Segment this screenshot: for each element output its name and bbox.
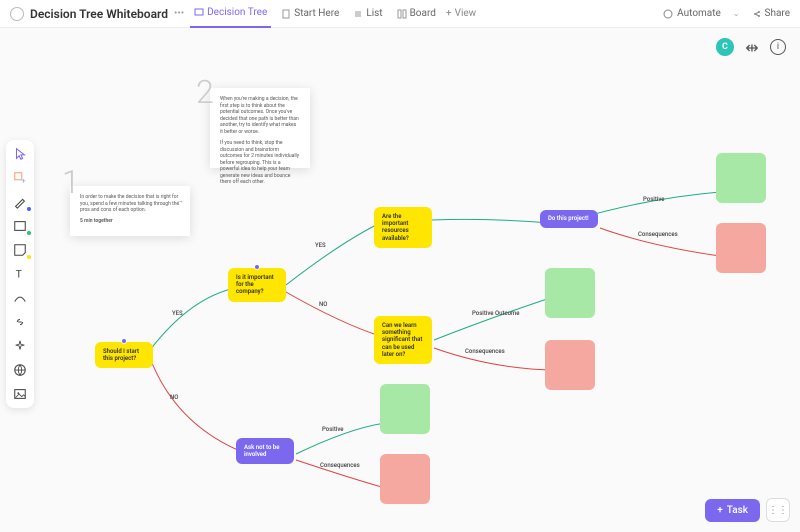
card-do-project[interactable]: Do this project! <box>540 210 598 228</box>
tab-start-here[interactable]: Start Here <box>277 0 343 28</box>
card-text: Should I start this project? <box>103 348 145 362</box>
note-body: In order to make the decision that is ri… <box>80 194 180 214</box>
edge-label-no: NO <box>319 301 327 308</box>
pen-tool[interactable] <box>12 194 28 210</box>
app-logo-icon <box>10 7 24 21</box>
card-outcome-red[interactable] <box>545 340 595 390</box>
card-outcome-green[interactable] <box>545 268 595 318</box>
plus-icon: + <box>446 8 452 19</box>
image-tool[interactable] <box>12 386 28 402</box>
edge-label-positive: Positive <box>643 196 665 203</box>
card-outcome-green[interactable] <box>380 384 430 434</box>
edge-label-yes: YES <box>172 310 183 317</box>
card-start-project[interactable]: Should I start this project? <box>95 342 153 368</box>
add-view-button[interactable]: + View <box>446 8 476 19</box>
top-bar: Decision Tree Whiteboard ••• Decision Tr… <box>0 0 800 28</box>
new-task-button[interactable]: + Task <box>705 499 760 522</box>
card-outcome-red[interactable] <box>716 223 766 273</box>
tab-label: Decision Tree <box>207 7 267 18</box>
link-tool[interactable] <box>12 314 28 330</box>
shape-add-tool[interactable]: + <box>12 170 28 186</box>
card-learn-significant[interactable]: Can we learn something significant that … <box>374 316 432 364</box>
list-icon <box>353 9 363 19</box>
edge-label-positive: Positive <box>322 426 344 433</box>
page-title: Decision Tree Whiteboard <box>30 7 168 21</box>
card-text: Is it important for the company? <box>236 274 278 296</box>
web-tool[interactable] <box>12 362 28 378</box>
rect-tool[interactable] <box>12 218 28 234</box>
note-number: 2 <box>196 72 214 114</box>
edge-label-no: NO <box>170 394 178 401</box>
note-2[interactable]: 2 When you're making a decision, the fir… <box>210 88 310 168</box>
more-options-icon[interactable]: ••• <box>174 8 184 19</box>
card-outcome-green[interactable] <box>716 153 766 203</box>
arrow-right-icon: → <box>176 196 184 206</box>
note-footer: 5 min together <box>80 218 180 225</box>
connector-tool[interactable] <box>12 290 28 306</box>
card-resources-available[interactable]: Are the important resources available? <box>374 207 432 248</box>
edge-label-consequences: Consequences <box>320 462 360 469</box>
card-text: Do this project! <box>548 215 589 222</box>
note-body-2: If you need to think, stop the discussio… <box>220 140 300 186</box>
tab-label: Start Here <box>294 8 339 19</box>
tab-label: List <box>366 8 382 19</box>
board-icon <box>397 9 407 19</box>
card-outcome-red[interactable] <box>380 454 430 504</box>
whiteboard-canvas[interactable]: 1 → In order to make the decision that i… <box>40 28 800 532</box>
card-text: Can we learn something significant that … <box>382 322 424 358</box>
note-body-1: When you're making a decision, the first… <box>220 96 300 135</box>
node-handle[interactable] <box>254 264 260 270</box>
plus-icon: + <box>717 505 723 516</box>
view-label: View <box>455 8 477 19</box>
automate-icon <box>663 9 673 19</box>
bottom-right-controls: + Task ⋮⋮ <box>705 498 790 522</box>
card-important-company[interactable]: Is it important for the company? <box>228 268 286 302</box>
edge-label-consequences: Consequences <box>465 348 505 355</box>
chevron-down-icon[interactable]: ⌄ <box>733 9 740 18</box>
svg-text:+: + <box>22 177 26 185</box>
edge-label-consequences: Consequences <box>638 231 678 238</box>
topbar-right: Automate ⌄ Share <box>663 8 790 19</box>
tool-sidebar: + T <box>6 140 34 408</box>
ai-tool[interactable] <box>12 338 28 354</box>
apps-grid-button[interactable]: ⋮⋮ <box>766 498 790 522</box>
card-ask-not-involved[interactable]: Ask not to be involved <box>236 438 294 464</box>
automate-label: Automate <box>677 8 721 19</box>
sticky-tool[interactable] <box>12 242 28 258</box>
card-text: Ask not to be involved <box>244 444 286 458</box>
tab-board[interactable]: Board <box>393 0 440 28</box>
card-text: Are the important resources available? <box>382 213 424 242</box>
note-number: 1 <box>62 162 80 204</box>
doc-icon <box>281 9 291 19</box>
task-label: Task <box>727 505 748 516</box>
topbar-left: Decision Tree Whiteboard ••• Decision Tr… <box>10 0 655 28</box>
edge-label-yes: YES <box>315 242 326 249</box>
share-icon <box>752 9 762 19</box>
share-button[interactable]: Share <box>752 8 790 19</box>
tab-list[interactable]: List <box>349 0 386 28</box>
edge-label-positive-outcome: Positive Outcome <box>472 310 519 317</box>
note-1[interactable]: 1 → In order to make the decision that i… <box>70 186 190 236</box>
cursor-tool[interactable] <box>12 146 28 162</box>
svg-text:T: T <box>16 268 23 281</box>
automate-button[interactable]: Automate <box>663 8 721 19</box>
node-handle[interactable] <box>121 338 127 344</box>
tab-label: Board <box>410 8 436 19</box>
share-label: Share <box>765 8 790 19</box>
text-tool[interactable]: T <box>12 266 28 282</box>
tab-decision-tree[interactable]: Decision Tree <box>190 0 271 28</box>
whiteboard-icon <box>194 8 204 18</box>
